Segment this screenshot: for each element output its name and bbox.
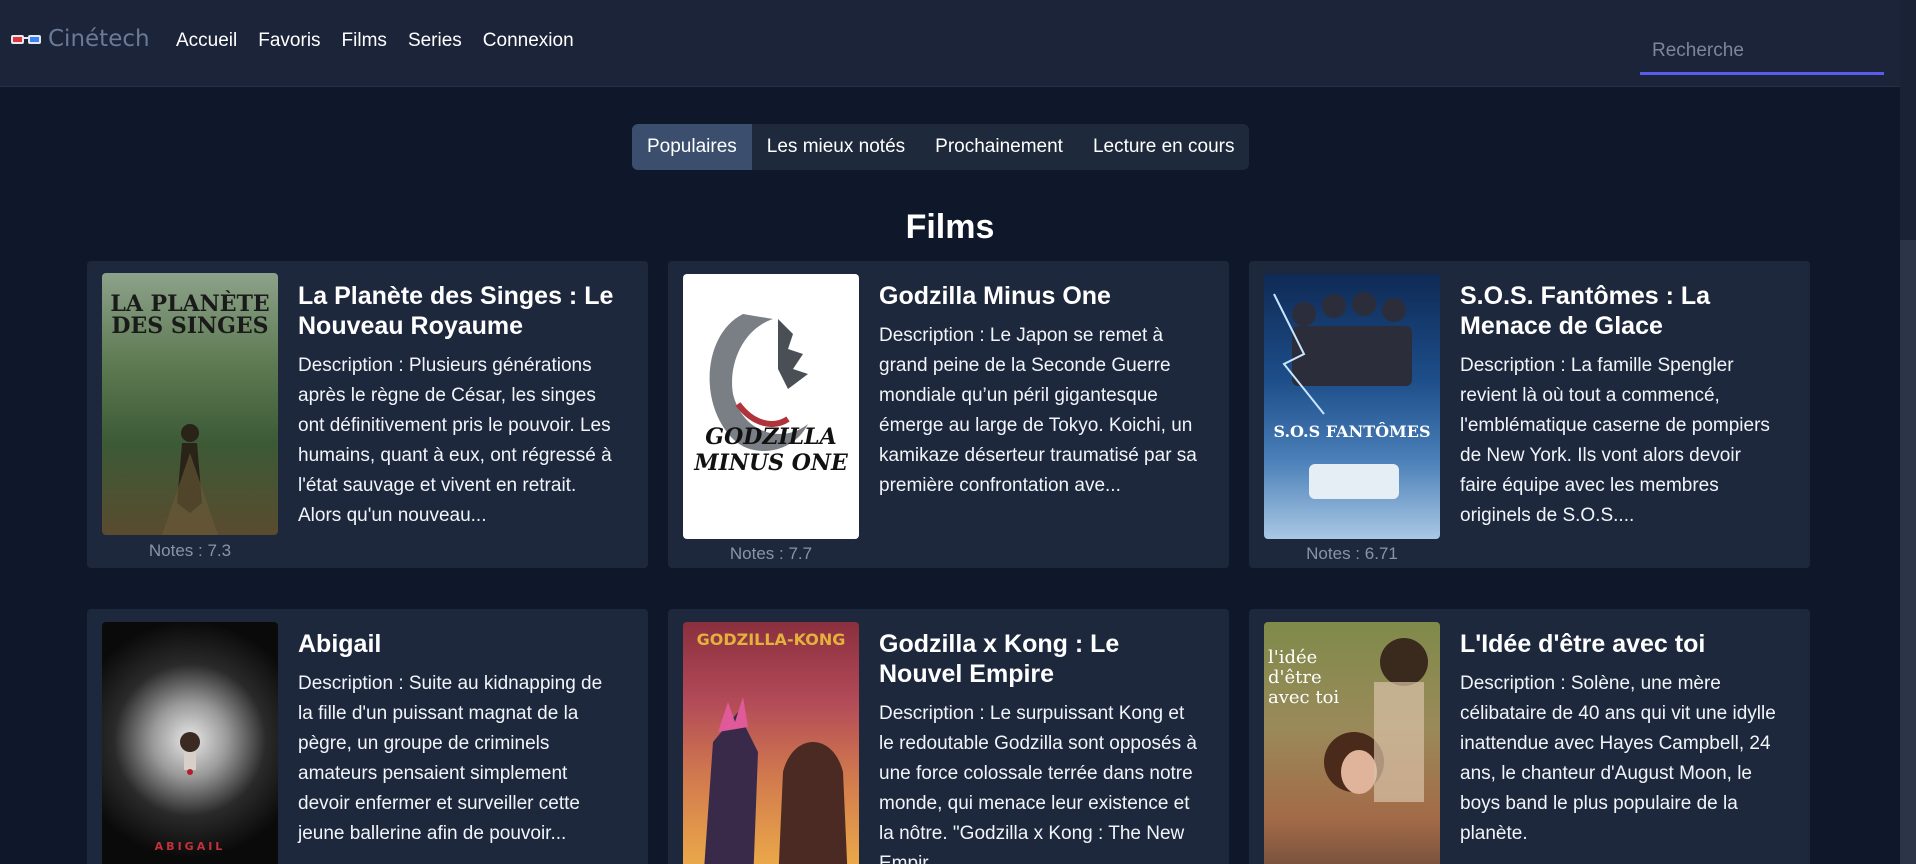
movie-card[interactable]: LA PLANÈTE DES SINGES Notes : 7.3 La Pla…	[87, 261, 648, 568]
search-input[interactable]	[1640, 30, 1884, 75]
section-title: Films	[905, 208, 995, 246]
tab-prochainement[interactable]: Prochainement	[920, 124, 1078, 170]
nav-link-connexion[interactable]: Connexion	[483, 30, 574, 52]
movie-title[interactable]: S.O.S. Fantômes : La Menace de Glace	[1460, 281, 1780, 341]
movie-title[interactable]: Abigail	[298, 629, 618, 659]
scrollbar-thumb[interactable]	[1900, 240, 1916, 864]
movie-rating: Notes : 6.71	[1306, 544, 1398, 563]
poster-title-art: GODZILLA MINUS ONE	[694, 424, 848, 476]
movie-title[interactable]: La Planète des Singes : Le Nouveau Royau…	[298, 281, 618, 341]
tab-populaires[interactable]: Populaires	[632, 124, 752, 170]
movie-title[interactable]: Godzilla Minus One	[879, 281, 1199, 311]
nav-link-accueil[interactable]: Accueil	[176, 30, 237, 52]
nav-link-films[interactable]: Films	[342, 30, 387, 52]
poster-title-art: ABIGAIL	[154, 840, 226, 853]
movie-description: Description : Suite au kidnapping de la …	[298, 673, 603, 844]
movie-card[interactable]: GODZILLA-KONG Godzilla x Kong : Le Nouve…	[668, 609, 1229, 864]
navbar: Cinétech Accueil Favoris Films Series Co…	[0, 0, 1900, 87]
movie-description: Description : Le Japon se remet à grand …	[879, 325, 1197, 496]
movie-card[interactable]: GODZILLA MINUS ONE Notes : 7.7 Godzilla …	[668, 261, 1229, 568]
movie-poster[interactable]: ABIGAIL	[102, 622, 278, 864]
movie-card[interactable]: l'idée d'être avec toi L'Idée d'être ave…	[1249, 609, 1810, 864]
tab-mieux-notes[interactable]: Les mieux notés	[752, 124, 920, 170]
movie-rating: Notes : 7.7	[729, 544, 813, 563]
poster-illustration	[1273, 292, 1412, 499]
movie-title[interactable]: Godzilla x Kong : Le Nouvel Empire	[879, 629, 1199, 689]
movie-description: Description : Le surpuissant Kong et le …	[879, 703, 1197, 864]
nav-link-favoris[interactable]: Favoris	[258, 30, 320, 52]
movie-description: Description : Plusieurs générations aprè…	[298, 355, 612, 526]
category-tabs: Populaires Les mieux notés Prochainement…	[632, 124, 1250, 170]
movie-card[interactable]: S.O.S FANTÔMES Notes : 6.71 S.O.S. Fantô…	[1249, 261, 1810, 568]
poster-title-art: S.O.S FANTÔMES	[1273, 422, 1431, 441]
nav-links: Accueil Favoris Films Series Connexion	[176, 30, 595, 52]
poster-illustration	[704, 697, 848, 864]
movie-rating: Notes : 7.3	[148, 541, 232, 560]
3d-glasses-icon	[10, 31, 44, 47]
poster-illustration	[162, 424, 218, 535]
movie-poster[interactable]: l'idée d'être avec toi	[1264, 622, 1440, 864]
movie-poster[interactable]: GODZILLA MINUS ONE	[683, 274, 859, 539]
movie-description: Description : Solène, une mère célibatai…	[1460, 673, 1776, 844]
brand-name: Cinétech	[48, 26, 150, 52]
movie-card[interactable]: ABIGAIL Abigail Description : Suite au k…	[87, 609, 648, 864]
brand[interactable]: Cinétech	[10, 26, 150, 52]
movie-description: Description : La famille Spengler revien…	[1460, 355, 1770, 526]
tab-lecture-en-cours[interactable]: Lecture en cours	[1078, 124, 1250, 170]
movie-title[interactable]: L'Idée d'être avec toi	[1460, 629, 1780, 659]
poster-illustration	[709, 314, 808, 451]
nav-link-series[interactable]: Series	[408, 30, 462, 52]
movie-poster[interactable]: GODZILLA-KONG	[683, 622, 859, 864]
poster-illustration	[1324, 638, 1428, 802]
movie-poster[interactable]: S.O.S FANTÔMES	[1264, 274, 1440, 539]
poster-illustration	[180, 732, 200, 775]
movie-poster[interactable]: LA PLANÈTE DES SINGES	[102, 273, 278, 535]
